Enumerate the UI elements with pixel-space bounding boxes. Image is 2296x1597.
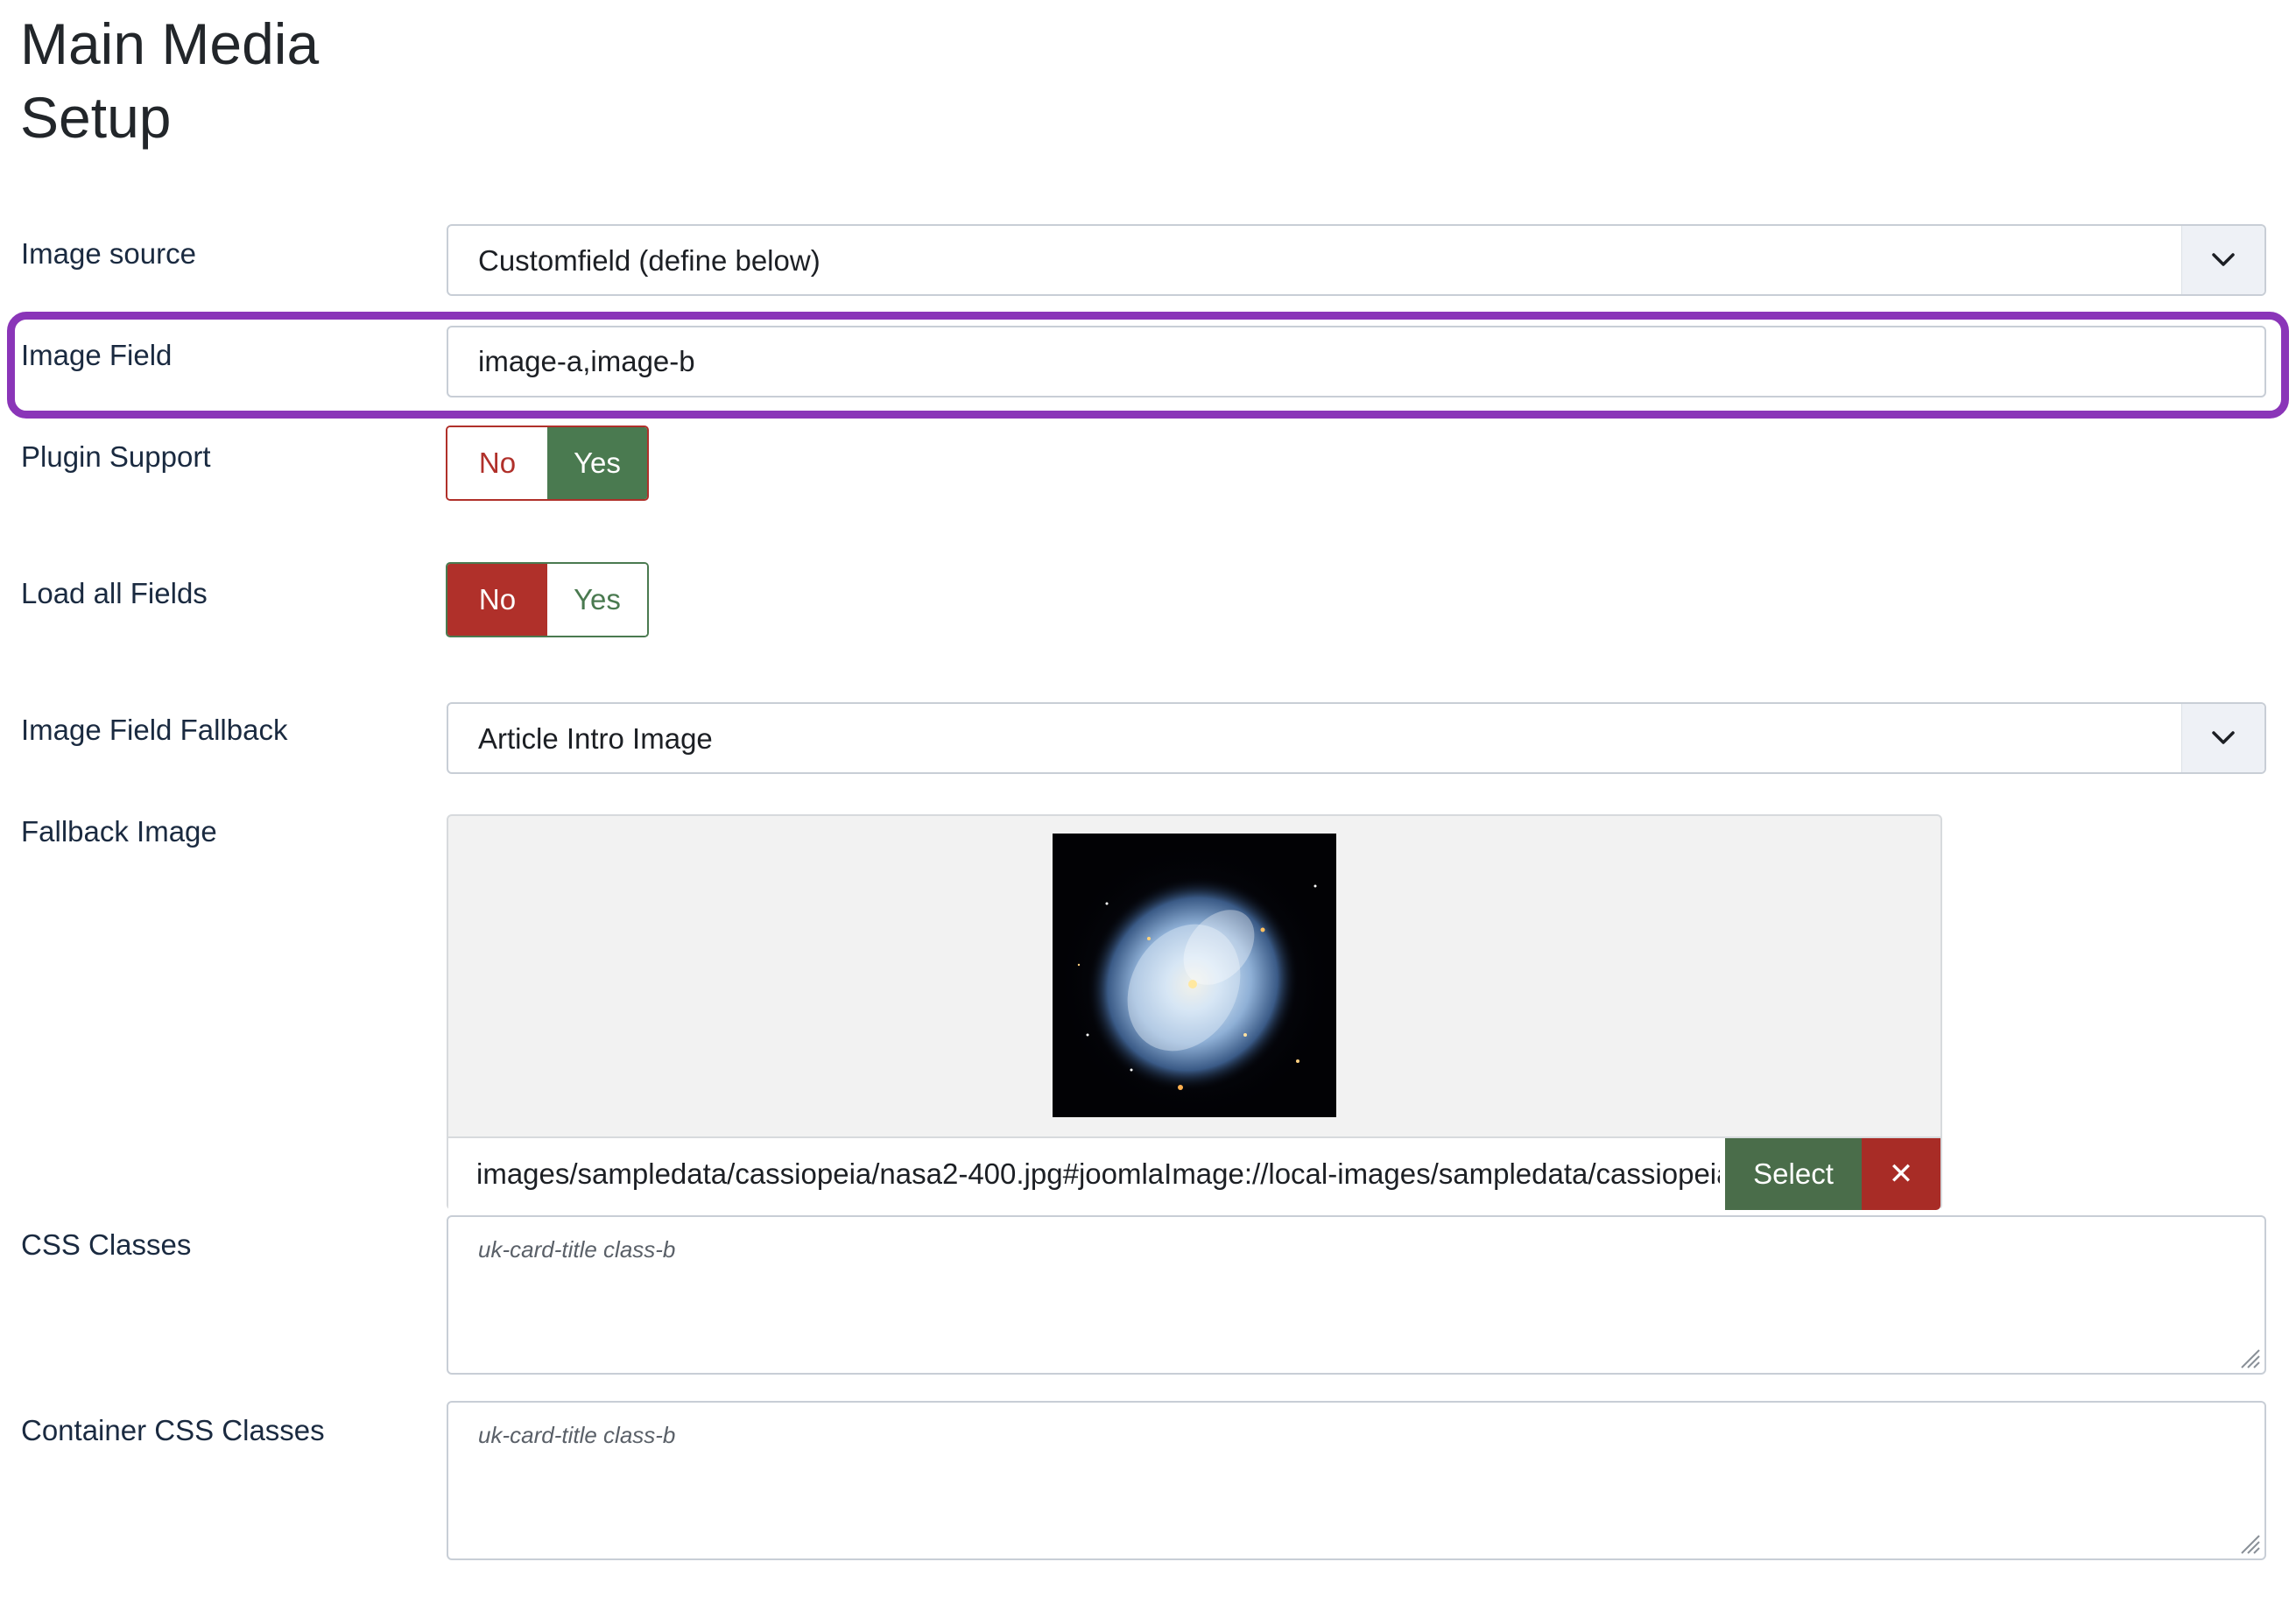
plugin-support-no-option[interactable]: No: [447, 427, 547, 499]
load-all-fields-toggle: No Yes: [446, 562, 649, 637]
image-source-value: Customfield (define below): [478, 244, 821, 277]
image-source-dropdown-button[interactable]: [2181, 226, 2264, 294]
chevron-down-icon: [2212, 253, 2235, 266]
main-media-setup-page: Main Media Setup Image source Customfiel…: [0, 0, 2296, 1597]
fallback-image-preview: [1053, 834, 1336, 1117]
container-css-classes-placeholder: uk-card-title class-b: [478, 1422, 676, 1448]
load-all-fields-label: Load all Fields: [21, 577, 208, 609]
fallback-image-path-input[interactable]: images/sampledata/cassiopeia/nasa2-400.j…: [476, 1138, 1720, 1210]
close-icon: ✕: [1888, 1157, 1914, 1191]
chevron-down-icon: [2212, 731, 2235, 744]
fallback-image-media-field: images/sampledata/cassiopeia/nasa2-400.j…: [447, 814, 1942, 1210]
css-classes-label: CSS Classes: [21, 1228, 192, 1261]
css-classes-placeholder: uk-card-title class-b: [478, 1236, 676, 1263]
image-field-fallback-value: Article Intro Image: [478, 722, 713, 755]
image-field-label: Image Field: [21, 339, 173, 371]
resize-grip-icon[interactable]: [2238, 1347, 2261, 1369]
container-css-classes-textarea[interactable]: uk-card-title class-b: [447, 1401, 2266, 1560]
plugin-support-label: Plugin Support: [21, 440, 211, 473]
plugin-support-yes-option[interactable]: Yes: [547, 427, 647, 499]
image-source-label: Image source: [21, 237, 196, 270]
resize-grip-icon[interactable]: [2238, 1532, 2261, 1555]
load-all-fields-no-option[interactable]: No: [447, 564, 547, 636]
css-classes-textarea[interactable]: uk-card-title class-b: [447, 1215, 2266, 1375]
page-title: Main Media Setup: [20, 11, 320, 150]
fallback-image-path-row: images/sampledata/cassiopeia/nasa2-400.j…: [448, 1136, 1940, 1210]
nebula-image: [1053, 834, 1336, 1117]
image-field-fallback-select[interactable]: Article Intro Image: [447, 702, 2266, 774]
container-css-classes-label: Container CSS Classes: [21, 1414, 325, 1446]
image-field-input[interactable]: image-a,image-b: [447, 326, 2266, 397]
load-all-fields-yes-option[interactable]: Yes: [547, 564, 647, 636]
image-field-fallback-label: Image Field Fallback: [21, 714, 288, 746]
select-image-button[interactable]: Select: [1725, 1138, 1862, 1210]
fallback-image-label: Fallback Image: [21, 815, 217, 848]
plugin-support-toggle: No Yes: [446, 426, 649, 501]
image-source-select[interactable]: Customfield (define below): [447, 224, 2266, 296]
clear-image-button[interactable]: ✕: [1862, 1138, 1940, 1210]
image-field-fallback-dropdown-button[interactable]: [2181, 704, 2264, 772]
